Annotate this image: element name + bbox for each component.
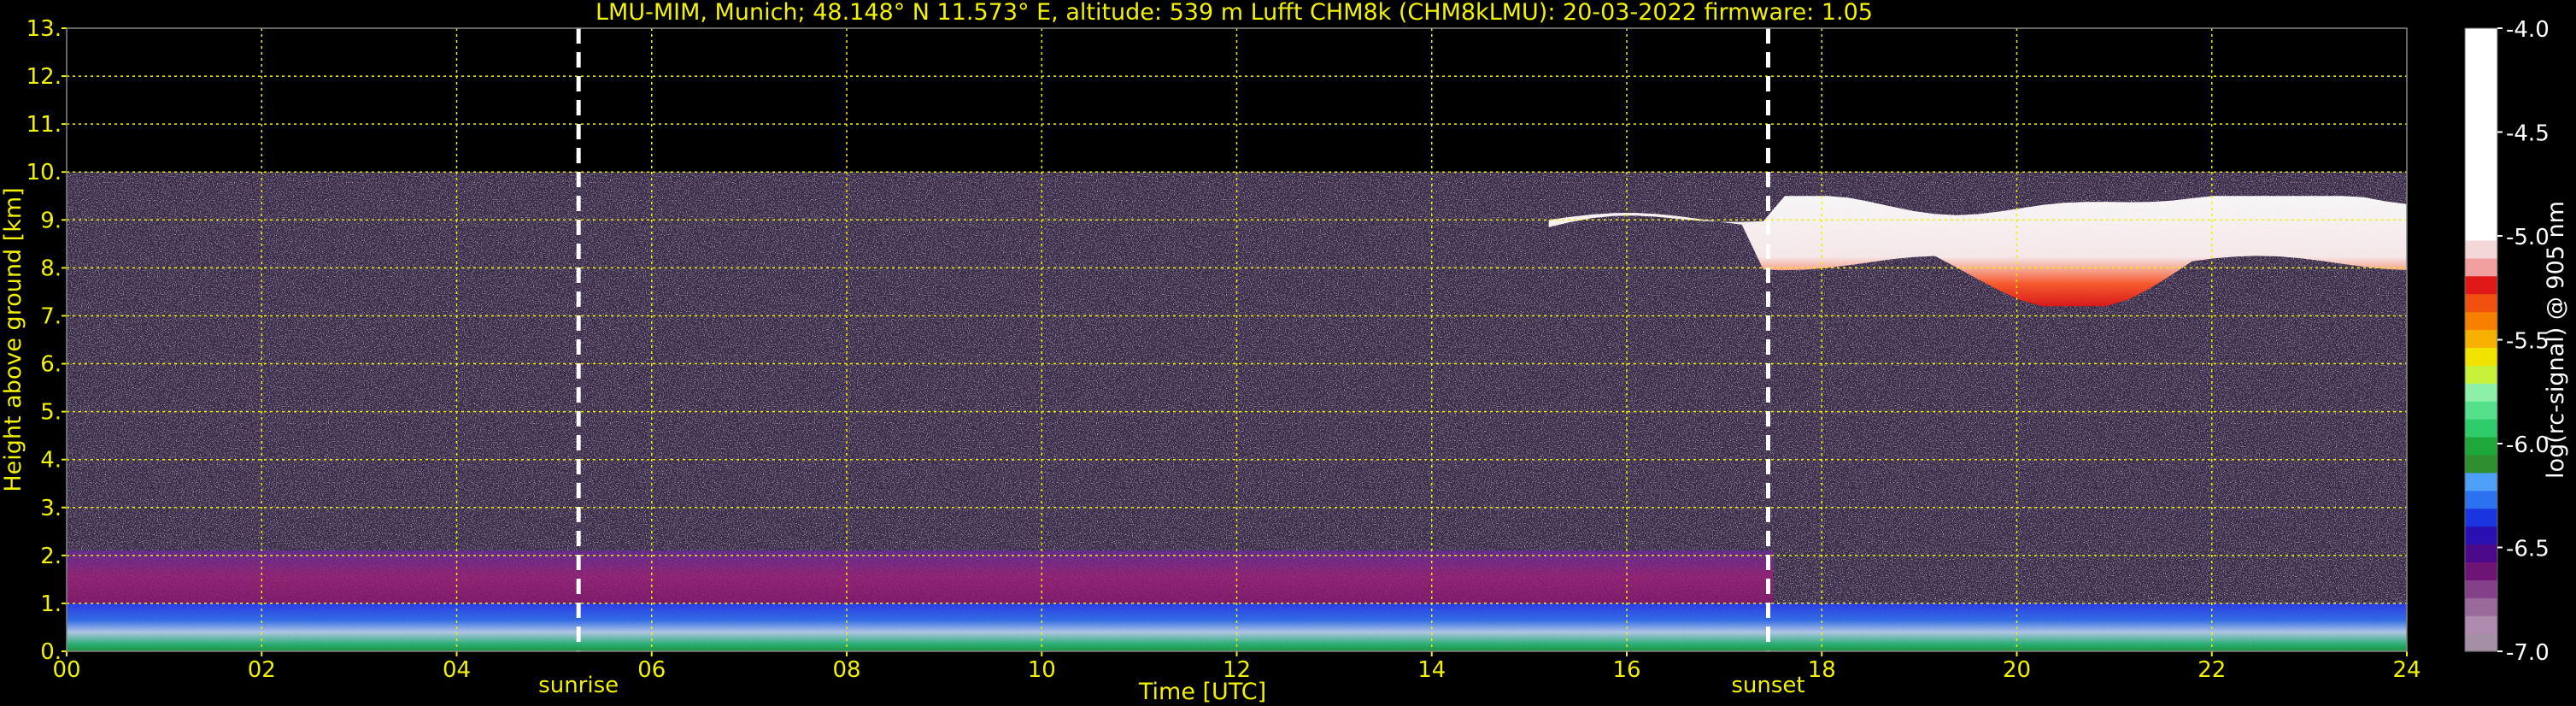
sunset-label: sunset <box>1731 673 1804 698</box>
colorbar-segment <box>2465 311 2497 331</box>
colorbar-segment <box>2465 419 2497 438</box>
y-tick-label: 1. <box>40 591 62 617</box>
colorbar-segment <box>2465 526 2497 545</box>
x-tick-label: 06 <box>637 657 666 683</box>
colorbar-segment <box>2465 275 2497 295</box>
x-tick-label: 24 <box>2392 657 2421 683</box>
y-tick-label: 2. <box>40 544 62 569</box>
y-tick-label: 10. <box>26 160 62 185</box>
x-tick-label: 04 <box>443 657 471 683</box>
y-axis-label: Height above ground [km] <box>0 187 26 491</box>
colorbar-tick-label: -4.5 <box>2506 121 2550 147</box>
y-tick-label: 0. <box>40 639 62 665</box>
x-tick-label: 18 <box>1808 657 1836 683</box>
colorbar-segment <box>2465 329 2497 348</box>
colorbar-segment <box>2465 401 2497 420</box>
colorbar-segment <box>2465 472 2497 491</box>
x-tick-label: 16 <box>1612 657 1640 683</box>
y-tick-label: 7. <box>40 303 62 329</box>
y-tick-label: 11. <box>26 112 62 138</box>
x-tick-label: 08 <box>832 657 860 683</box>
colorbar-tick-label: -4.0 <box>2506 17 2550 43</box>
sunrise-label: sunrise <box>538 673 619 698</box>
layer-residual-layer <box>67 550 1774 603</box>
x-tick-label: 14 <box>1417 657 1446 683</box>
colorbar-tick-label: -7.0 <box>2506 640 2550 666</box>
ceilometer-plot: sunrise sunset 00 02 04 06 08 10 12 14 16 18 20 22 24… <box>0 0 2569 705</box>
colorbar-segment <box>2465 347 2497 366</box>
colorbar-label: log(rc-signal) @ 905 nm <box>2543 201 2569 479</box>
colorbar-segment <box>2465 239 2497 259</box>
colorbar-segment <box>2465 633 2497 652</box>
y-tick-label: 13. <box>26 16 62 42</box>
y-tick-label: 3. <box>40 496 62 521</box>
colorbar-segment <box>2465 615 2497 634</box>
colorbar-segment <box>2465 365 2497 384</box>
colorbar-segment <box>2465 544 2497 563</box>
colorbar-segment <box>2465 293 2497 313</box>
colorbar: -4.0-4.5-5.0-5.5-6.0-6.5-7.0 <box>2464 17 2550 666</box>
y-tick-label: 9. <box>40 208 62 233</box>
x-tick-label: 02 <box>248 657 276 683</box>
colorbar-segment <box>2465 28 2497 241</box>
colorbar-segment <box>2465 580 2497 598</box>
colorbar-segment <box>2465 454 2497 474</box>
colorbar-tick-label: -6.5 <box>2506 537 2550 562</box>
y-tick-label: 8. <box>40 256 62 281</box>
chart-title: LMU-MIM, Munich; 48.148° N 11.573° E, al… <box>596 0 1873 26</box>
y-tick-label: 12. <box>26 64 62 90</box>
x-tick-label: 10 <box>1028 657 1056 683</box>
y-tick-label: 4. <box>40 448 62 474</box>
x-tick-label: 22 <box>2198 657 2226 683</box>
colorbar-segment <box>2465 490 2497 509</box>
y-tick-label: 5. <box>40 400 62 426</box>
x-tick-label: 20 <box>2003 657 2031 683</box>
colorbar-segment <box>2465 257 2497 277</box>
colorbar-segment <box>2465 508 2497 527</box>
colorbar-segment <box>2465 562 2497 580</box>
colorbar-segment <box>2465 597 2497 616</box>
colorbar-segment <box>2465 436 2497 456</box>
y-tick-label: 6. <box>40 352 62 378</box>
x-axis-label: Time [UTC] <box>1138 679 1266 705</box>
colorbar-segment <box>2465 383 2497 402</box>
